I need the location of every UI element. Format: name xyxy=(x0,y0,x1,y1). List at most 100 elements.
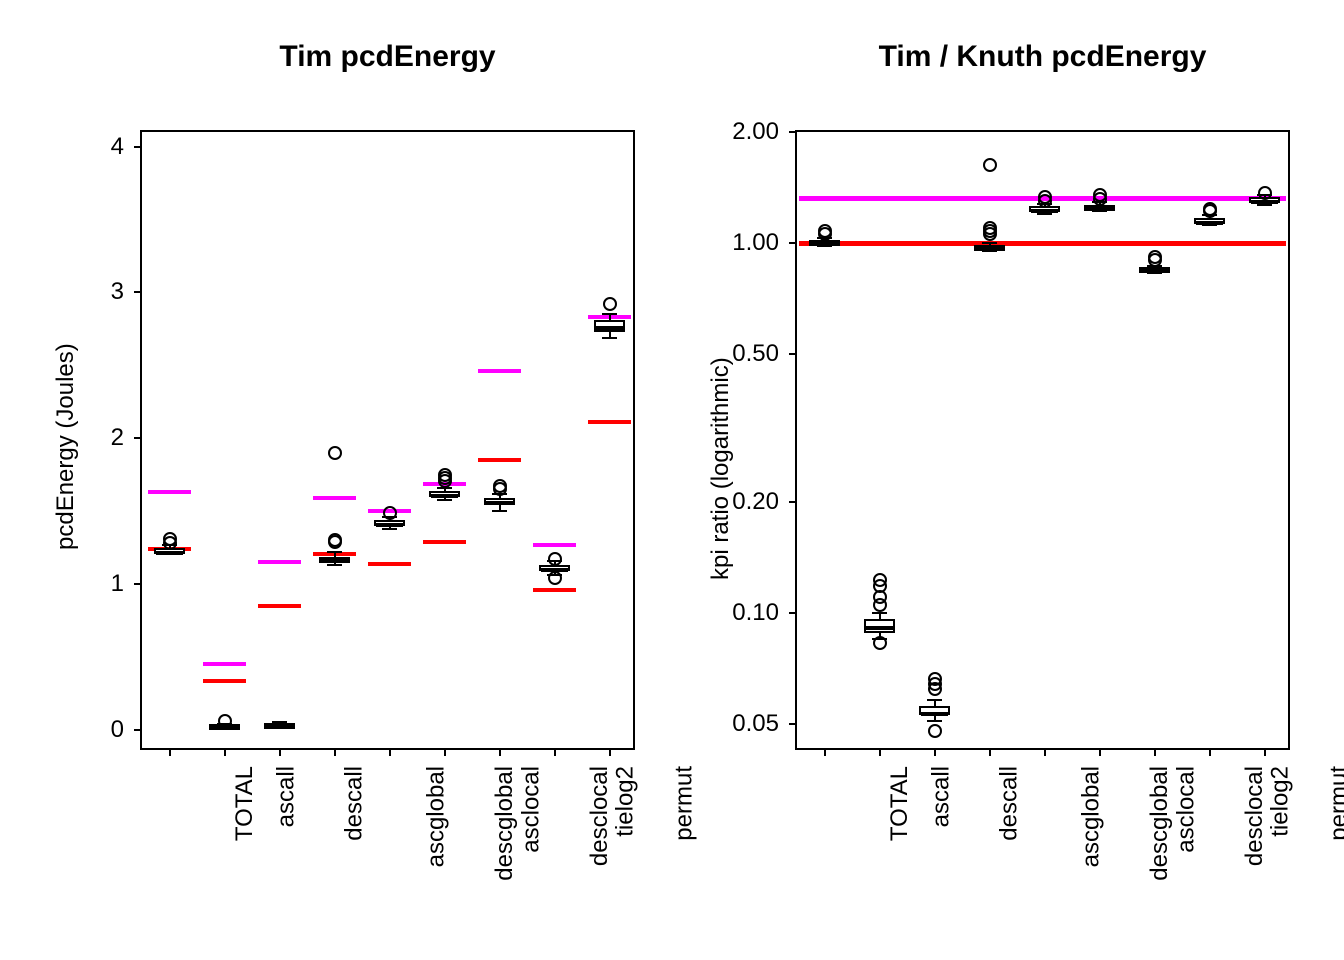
x-tick-mark xyxy=(1264,748,1266,756)
median xyxy=(1196,221,1222,225)
y-tick-mark xyxy=(789,242,797,244)
x-tick-label: tielog2 xyxy=(1266,766,1294,837)
x-tick-label: TOTAL xyxy=(231,766,259,841)
outlier xyxy=(928,724,942,738)
y-tick-label: 0.05 xyxy=(732,710,779,738)
x-tick-mark xyxy=(389,748,391,756)
outlier xyxy=(1093,188,1107,202)
x-tick-label: descall xyxy=(995,766,1023,841)
box xyxy=(594,320,624,332)
x-tick-label: descall xyxy=(340,766,368,841)
box xyxy=(974,245,1004,251)
x-tick-label: ascglobal xyxy=(422,766,450,867)
outlier xyxy=(983,221,997,235)
median xyxy=(976,246,1002,250)
x-tick-label: permut xyxy=(1325,766,1344,841)
x-tick-mark xyxy=(1044,748,1046,756)
y-tick-label: 4 xyxy=(111,133,124,161)
x-tick-mark xyxy=(989,748,991,756)
box xyxy=(484,498,514,505)
x-tick-mark xyxy=(879,748,881,756)
outlier xyxy=(873,636,887,650)
y-tick-label: 2.00 xyxy=(732,118,779,146)
y-tick-label: 2 xyxy=(111,424,124,452)
left-y-axis-label: pcdEnergy (Joules) xyxy=(52,343,80,550)
red-marker xyxy=(368,562,410,566)
x-tick-mark xyxy=(934,748,936,756)
outlier xyxy=(1148,250,1162,264)
y-tick-mark xyxy=(134,583,142,585)
x-tick-label: TOTAL xyxy=(886,766,914,841)
box xyxy=(1139,267,1169,273)
y-tick-mark xyxy=(789,501,797,503)
box xyxy=(374,520,404,526)
x-tick-label: ascall xyxy=(272,766,300,827)
outlier xyxy=(328,533,342,547)
y-tick-label: 0.50 xyxy=(732,340,779,368)
outlier xyxy=(1258,186,1272,200)
x-tick-label: ascall xyxy=(927,766,955,827)
x-tick-mark xyxy=(1209,748,1211,756)
magenta-marker xyxy=(478,369,520,373)
median xyxy=(596,326,622,330)
median xyxy=(321,559,347,563)
page: Tim pcdEnergy pcdEnergy (Joules) 01234TO… xyxy=(0,0,1344,960)
y-tick-label: 1 xyxy=(111,570,124,598)
x-tick-mark xyxy=(499,748,501,756)
median xyxy=(1031,209,1057,213)
red-marker xyxy=(258,604,300,608)
y-tick-mark xyxy=(789,612,797,614)
median xyxy=(376,523,402,527)
x-tick-label: desclocal xyxy=(586,766,614,866)
x-tick-label: desclocal xyxy=(1241,766,1269,866)
y-tick-label: 0.20 xyxy=(732,488,779,516)
box xyxy=(319,557,349,563)
y-tick-mark xyxy=(134,729,142,731)
x-tick-mark xyxy=(334,748,336,756)
red-marker xyxy=(533,588,575,592)
median xyxy=(1251,200,1277,204)
box xyxy=(264,723,294,729)
whisker-cap xyxy=(1037,213,1052,215)
box xyxy=(1194,218,1224,224)
whisker-cap xyxy=(927,720,942,722)
x-tick-label: asclocal xyxy=(517,766,545,853)
red-marker xyxy=(203,679,245,683)
x-tick-label: descglobal xyxy=(1145,766,1173,881)
outlier xyxy=(218,714,232,728)
median xyxy=(1086,207,1112,211)
whisker-cap xyxy=(437,499,452,501)
x-tick-mark xyxy=(224,748,226,756)
right-chart: Tim / Knuth pcdEnergy kpi ratio (logarit… xyxy=(655,50,1344,930)
right-plot-area: kpi ratio (logarithmic) 0.050.100.200.50… xyxy=(795,130,1290,750)
right-y-axis-label: kpi ratio (logarithmic) xyxy=(707,357,735,580)
x-tick-mark xyxy=(1099,748,1101,756)
y-tick-mark xyxy=(789,723,797,725)
magenta-marker xyxy=(148,490,190,494)
y-tick-label: 0 xyxy=(111,716,124,744)
right-chart-title: Tim / Knuth pcdEnergy xyxy=(655,40,1344,74)
outlier xyxy=(548,571,562,585)
y-tick-mark xyxy=(134,146,142,148)
outlier xyxy=(493,479,507,493)
median xyxy=(811,242,837,246)
outlier xyxy=(873,573,887,587)
median xyxy=(266,724,292,728)
outlier xyxy=(818,224,832,238)
magenta-marker xyxy=(313,496,355,500)
y-tick-mark xyxy=(134,291,142,293)
y-tick-label: 1.00 xyxy=(732,229,779,257)
median xyxy=(486,501,512,505)
whisker-cap xyxy=(327,551,342,553)
x-tick-mark xyxy=(169,748,171,756)
y-tick-mark xyxy=(789,131,797,133)
median xyxy=(1141,269,1167,273)
whisker-cap xyxy=(602,337,617,339)
median xyxy=(866,626,892,630)
x-tick-mark xyxy=(609,748,611,756)
whisker-cap xyxy=(927,699,942,701)
magenta-marker xyxy=(203,662,245,666)
y-tick-label: 3 xyxy=(111,278,124,306)
red-marker xyxy=(588,420,630,424)
median xyxy=(156,551,182,555)
